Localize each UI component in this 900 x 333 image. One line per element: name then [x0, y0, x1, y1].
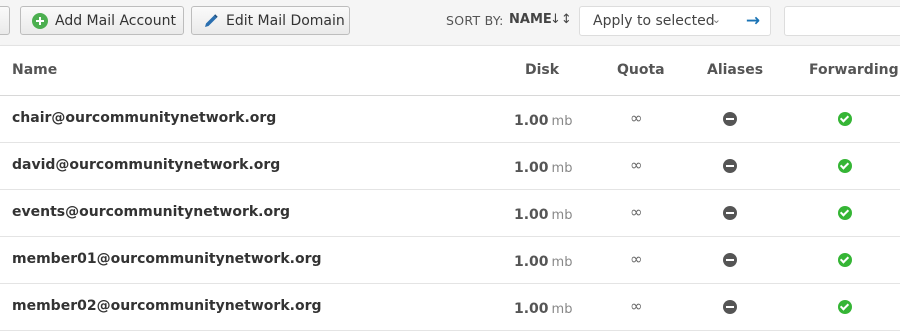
minus-circle-icon	[723, 159, 737, 173]
account-name[interactable]: member01@ourcommunitynetwork.org	[12, 251, 322, 267]
disk-value: 1.00	[514, 207, 549, 223]
check-circle-icon	[838, 253, 852, 267]
minus-circle-icon	[723, 206, 737, 220]
disk-unit: mb	[551, 255, 573, 270]
account-name[interactable]: events@ourcommunitynetwork.org	[12, 204, 290, 220]
quota-value: ∞	[630, 297, 643, 315]
table-row[interactable]: chair@ourcommunitynetwork.org 1.00 mb ∞	[0, 96, 900, 143]
check-circle-icon	[838, 206, 852, 220]
chevron-down-icon: ⌄	[711, 13, 721, 26]
column-header-name[interactable]: Name	[12, 62, 57, 78]
edit-mail-domain-label: Edit Mail Domain	[226, 12, 345, 29]
column-header-disk[interactable]: Disk	[525, 62, 559, 78]
pencil-icon	[203, 13, 219, 29]
add-mail-account-label: Add Mail Account	[55, 12, 176, 29]
table-header: Name Disk Quota Aliases Forwarding	[0, 45, 900, 96]
column-header-aliases[interactable]: Aliases	[707, 62, 763, 78]
quota-value: ∞	[630, 156, 643, 174]
quota-value: ∞	[630, 203, 643, 221]
disk-usage: 1.00 mb	[514, 204, 572, 223]
check-circle-icon	[838, 159, 852, 173]
plus-circle-icon	[32, 12, 48, 29]
edit-mail-domain-button[interactable]: Edit Mail Domain	[191, 6, 350, 35]
add-mail-account-button[interactable]: Add Mail Account	[20, 6, 184, 35]
column-header-forwarding[interactable]: Forwarding	[809, 62, 899, 78]
disk-unit: mb	[551, 208, 573, 223]
account-name[interactable]: member02@ourcommunitynetwork.org	[12, 298, 322, 314]
disk-value: 1.00	[514, 301, 549, 317]
arrow-right-icon: →	[745, 11, 761, 31]
minus-circle-icon	[723, 300, 737, 314]
search-input[interactable]	[784, 6, 900, 36]
disk-value: 1.00	[514, 160, 549, 176]
toolbar: Add Mail Account Edit Mail Domain SORT B…	[0, 0, 900, 45]
disk-unit: mb	[551, 114, 573, 129]
minus-circle-icon	[723, 112, 737, 126]
table-row[interactable]: member01@ourcommunitynetwork.org 1.00 mb …	[0, 237, 900, 284]
check-circle-icon	[838, 112, 852, 126]
sort-by-label: SORT BY:	[446, 13, 504, 28]
disk-usage: 1.00 mb	[514, 110, 572, 129]
check-circle-icon	[838, 300, 852, 314]
sort-direction-icon[interactable]: ↓↕	[550, 12, 572, 27]
apply-to-selected-label: Apply to selected	[593, 13, 715, 29]
disk-value: 1.00	[514, 254, 549, 270]
table-row[interactable]: david@ourcommunitynetwork.org 1.00 mb ∞	[0, 143, 900, 190]
apply-to-selected-select[interactable]: Apply to selected ⌄	[579, 6, 737, 36]
disk-usage: 1.00 mb	[514, 251, 572, 270]
disk-usage: 1.00 mb	[514, 157, 572, 176]
column-header-quota[interactable]: Quota	[617, 62, 665, 78]
account-name[interactable]: chair@ourcommunitynetwork.org	[12, 110, 276, 126]
disk-unit: mb	[551, 302, 573, 317]
apply-go-button[interactable]: →	[736, 6, 771, 36]
previous-toolbar-button[interactable]	[0, 6, 10, 35]
quota-value: ∞	[630, 250, 643, 268]
disk-value: 1.00	[514, 113, 549, 129]
disk-unit: mb	[551, 161, 573, 176]
disk-usage: 1.00 mb	[514, 298, 572, 317]
quota-value: ∞	[630, 109, 643, 127]
minus-circle-icon	[723, 253, 737, 267]
account-name[interactable]: david@ourcommunitynetwork.org	[12, 157, 280, 173]
table-row[interactable]: events@ourcommunitynetwork.org 1.00 mb ∞	[0, 190, 900, 237]
table-row[interactable]: member02@ourcommunitynetwork.org 1.00 mb …	[0, 284, 900, 331]
sort-by-value[interactable]: NAME	[509, 12, 552, 27]
